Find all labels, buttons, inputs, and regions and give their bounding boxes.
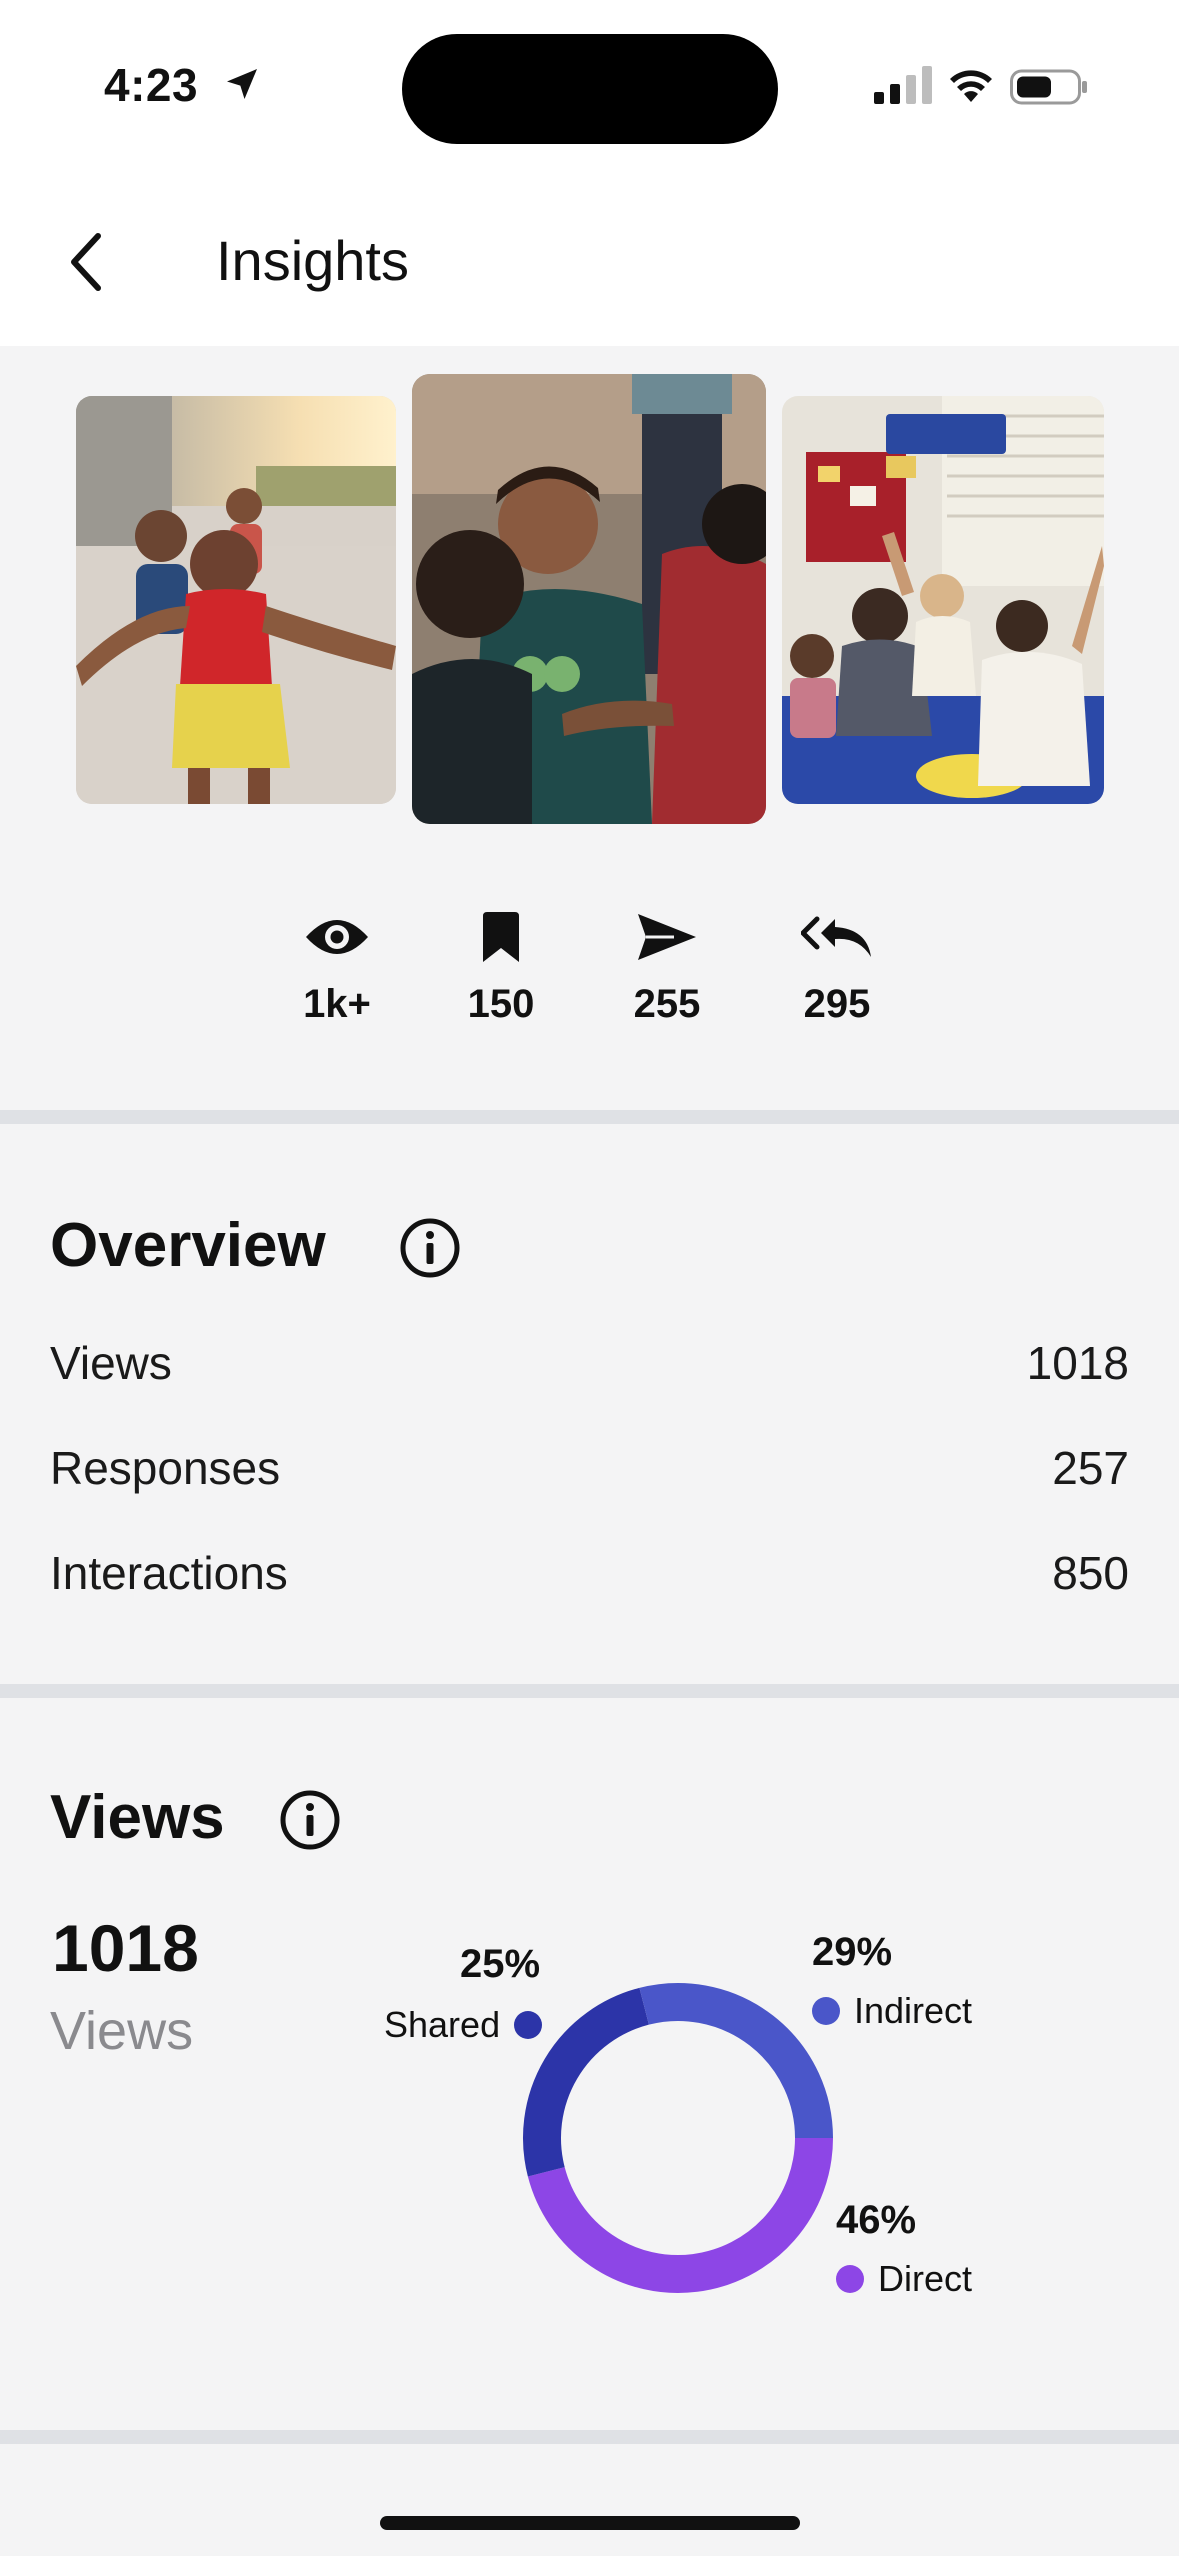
- legend-shared-dot: [514, 2011, 543, 2039]
- views-total-label: Views: [50, 2001, 194, 2061]
- stat-saves-count: 150: [467, 982, 535, 1026]
- views-info-icon[interactable]: [278, 1788, 342, 1852]
- donut-slice-direct: [527, 2137, 833, 2293]
- slice-label-shared-percent: 25%: [460, 1942, 541, 1986]
- wifi-icon: [950, 70, 992, 102]
- navigation-bar: Insights: [0, 170, 1179, 346]
- overview-title: Overview: [50, 1211, 326, 1280]
- battery-icon: [1010, 69, 1087, 105]
- section-divider: [0, 1684, 1179, 1698]
- legend-direct-dot: [836, 2265, 864, 2293]
- overview-row-label: Responses: [50, 1442, 281, 1494]
- legend-direct-label: Direct: [878, 2258, 973, 2299]
- slice-label-indirect-percent: 29%: [812, 1930, 893, 1974]
- send-icon: [638, 914, 696, 960]
- location-arrow-icon: [227, 69, 257, 99]
- legend-shared: Shared: [384, 2004, 543, 2046]
- legend-direct: Direct: [836, 2258, 972, 2300]
- overview-row-label: Interactions: [50, 1547, 288, 1599]
- legend-indirect-label: Indirect: [854, 1990, 973, 2031]
- status-bar: 4:23: [0, 0, 1179, 170]
- stat-views-count: 1k+: [303, 982, 371, 1026]
- legend-indirect-dot: [812, 1997, 840, 2025]
- overview-info-icon[interactable]: [398, 1216, 462, 1280]
- cellular-signal-icon: [874, 66, 932, 104]
- photo-thumbnail-2[interactable]: [412, 374, 766, 824]
- views-donut-chart: [523, 1983, 833, 2293]
- photo-thumbnail-3[interactable]: [782, 396, 1104, 804]
- overview-row-value: 1018: [1026, 1337, 1129, 1389]
- overview-row-value: 850: [1052, 1547, 1129, 1599]
- stat-replies: 295: [767, 906, 907, 1027]
- donut-slice-indirect: [639, 1983, 833, 2139]
- photo-thumbnail-1[interactable]: [76, 396, 396, 804]
- views-title: Views: [50, 1783, 225, 1852]
- stat-replies-count: 295: [803, 982, 871, 1026]
- stat-shares: 255: [597, 906, 737, 1027]
- overview-row-value: 257: [1052, 1442, 1129, 1494]
- page-title: Insights: [216, 229, 409, 292]
- stat-shares-count: 255: [633, 982, 701, 1026]
- bookmark-icon: [483, 912, 519, 962]
- legend-shared-label: Shared: [384, 2004, 501, 2045]
- chevron-left-icon: [71, 233, 101, 291]
- status-time: 4:23: [104, 59, 199, 111]
- slice-label-direct-percent: 46%: [836, 2198, 917, 2242]
- overview-row-label: Views: [50, 1337, 172, 1389]
- legend-indirect: Indirect: [812, 1990, 972, 2032]
- section-divider: [0, 2430, 1179, 2444]
- reply-all-icon: [801, 916, 871, 957]
- stat-views: 1k+: [267, 906, 407, 1027]
- stat-saves: 150: [431, 906, 571, 1027]
- views-total: 1018: [52, 1911, 199, 1985]
- eye-icon: [306, 920, 368, 954]
- dynamic-island: [402, 34, 778, 144]
- section-divider: [0, 1110, 1179, 1124]
- back-button[interactable]: [56, 222, 116, 302]
- donut-slice-shared: [523, 1987, 650, 2177]
- home-indicator: [380, 2516, 800, 2530]
